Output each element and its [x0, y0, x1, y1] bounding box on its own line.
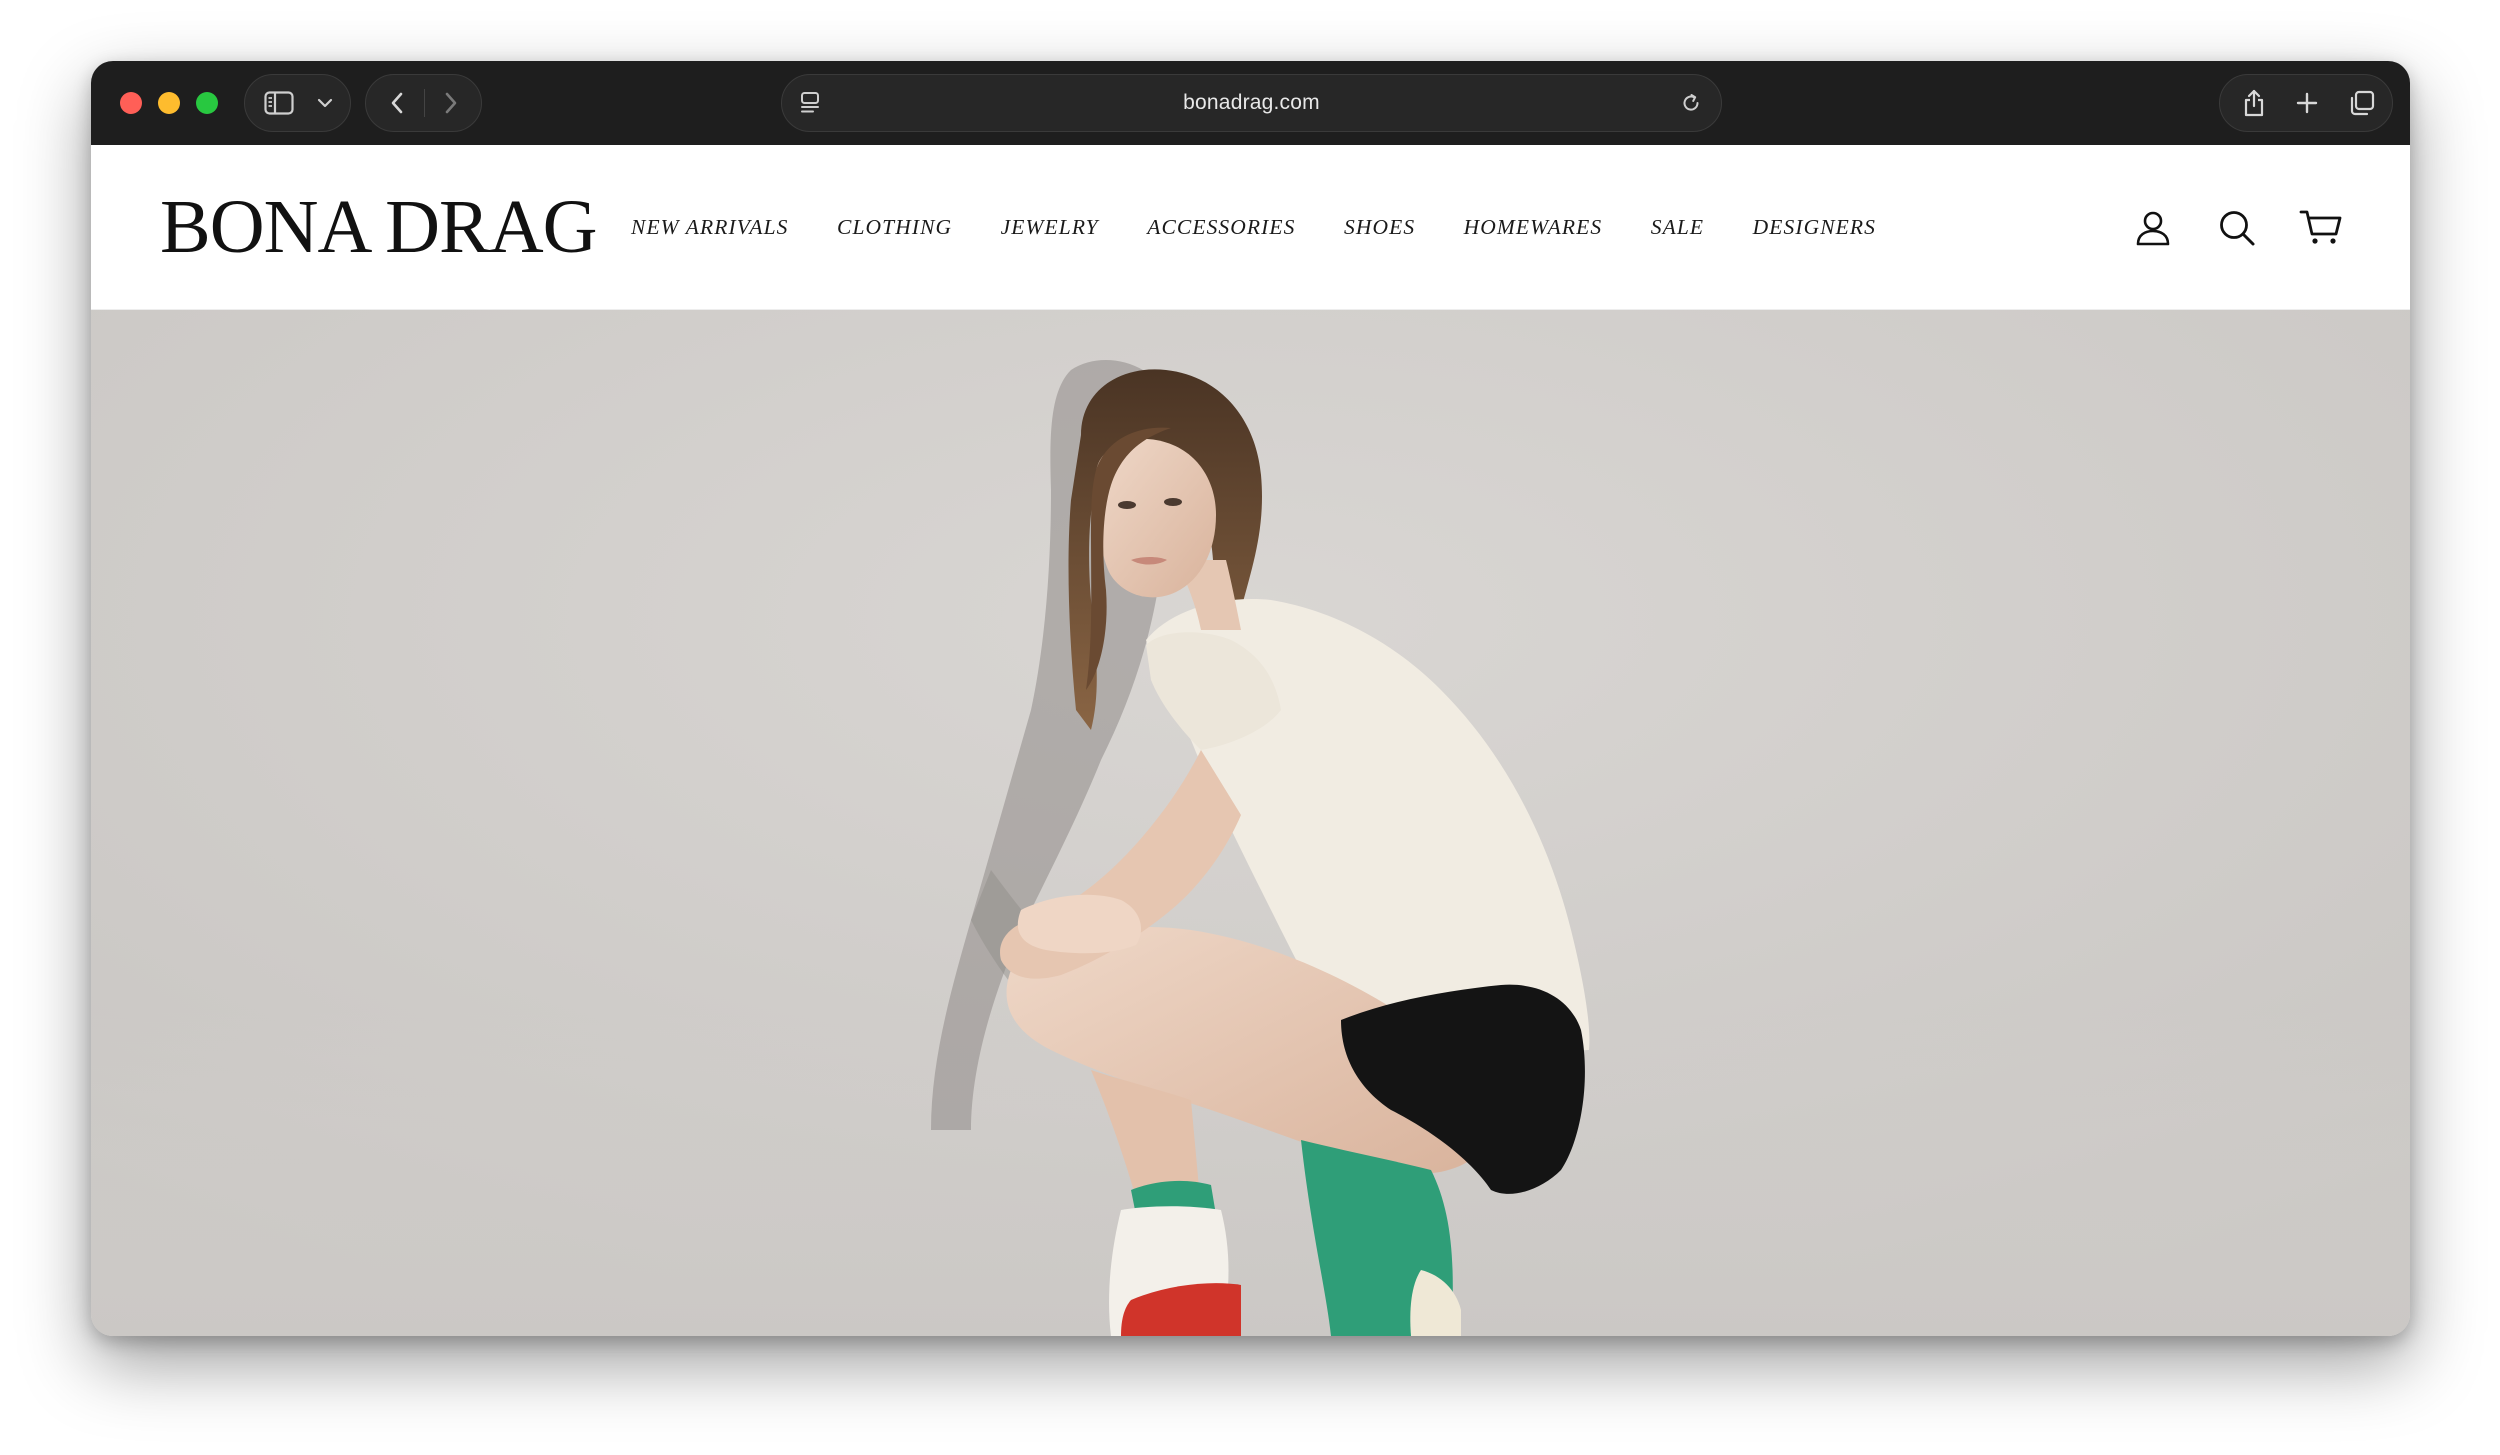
address-bar[interactable]: bonadrag.com: [781, 74, 1722, 132]
main-navigation: NEW ARRIVALS CLOTHING JEWELRY ACCESSORIE…: [631, 205, 1924, 249]
sidebar-icon: [264, 91, 294, 115]
history-navigation: [365, 74, 482, 132]
nav-jewelry[interactable]: JEWELRY: [1001, 215, 1099, 240]
url-text[interactable]: bonadrag.com: [782, 75, 1721, 131]
hero-photo: [91, 310, 2410, 1336]
nav-homewares[interactable]: HOMEWARES: [1464, 215, 1603, 240]
browser-toolbar: bonadrag.com: [91, 61, 2410, 145]
window-actions: [2219, 74, 2393, 132]
search-button[interactable]: [2208, 199, 2266, 257]
forward-button[interactable]: [430, 75, 472, 131]
share-icon: [2244, 89, 2264, 117]
cart-button[interactable]: [2292, 199, 2350, 257]
chevron-right-icon: [445, 92, 457, 114]
zoom-window-button[interactable]: [196, 92, 218, 114]
browser-window: bonadrag.com BONA DRAG NEW ARRIVALS CLOT…: [91, 61, 2410, 1336]
share-button[interactable]: [2230, 75, 2278, 131]
site-header: BONA DRAG NEW ARRIVALS CLOTHING JEWELRY …: [91, 145, 2410, 310]
back-button[interactable]: [376, 75, 418, 131]
tabs-icon: [2350, 90, 2375, 116]
nav-accessories[interactable]: ACCESSORIES: [1147, 215, 1295, 240]
cart-icon: [2299, 210, 2342, 244]
header-actions: [2098, 198, 2350, 258]
hero-banner[interactable]: [91, 310, 2410, 1336]
nav-clothing[interactable]: CLOTHING: [837, 215, 952, 240]
screen: bonadrag.com BONA DRAG NEW ARRIVALS CLOT…: [0, 0, 2500, 1455]
reload-icon: [1683, 94, 1699, 111]
tab-overview-button[interactable]: [2338, 75, 2386, 131]
close-window-button[interactable]: [120, 92, 142, 114]
nav-new-arrivals[interactable]: NEW ARRIVALS: [631, 215, 789, 240]
chevron-down-icon: [317, 98, 333, 108]
minimize-window-button[interactable]: [158, 92, 180, 114]
chevron-left-icon: [391, 92, 403, 114]
search-icon: [2220, 211, 2255, 246]
site-logo[interactable]: BONA DRAG: [160, 187, 597, 267]
sidebar-toggle-button[interactable]: [259, 75, 299, 131]
nav-sale[interactable]: SALE: [1651, 215, 1704, 240]
divider: [424, 89, 425, 117]
nav-shoes[interactable]: SHOES: [1344, 215, 1415, 240]
reload-button[interactable]: [1671, 75, 1711, 131]
sidebar-menu-button[interactable]: [311, 75, 339, 131]
account-button[interactable]: [2124, 199, 2182, 257]
plus-icon: [2296, 92, 2318, 114]
sidebar-control: [244, 74, 351, 132]
account-icon: [2136, 211, 2170, 246]
nav-designers[interactable]: DESIGNERS: [1753, 215, 1876, 240]
new-tab-button[interactable]: [2284, 75, 2330, 131]
